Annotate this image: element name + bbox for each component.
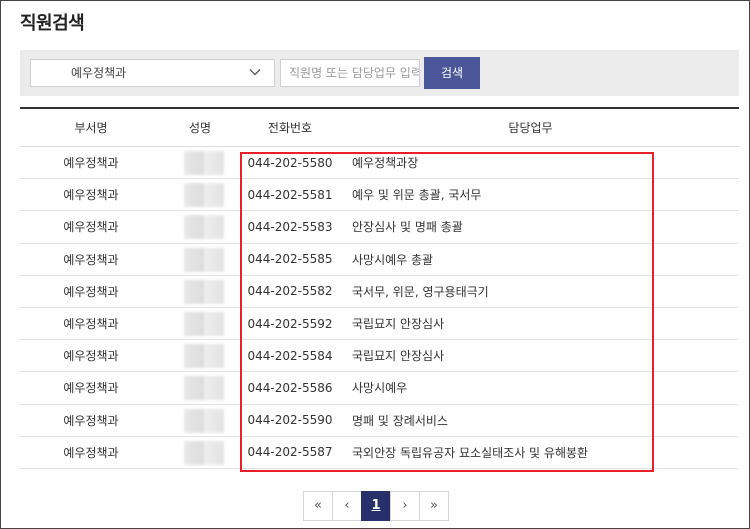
redacted-name-blur (184, 408, 224, 433)
redacted-name-blur (184, 440, 224, 465)
cell-duty: 명패 및 장례서비스 (352, 413, 448, 428)
cell-name-redacted (162, 211, 238, 242)
page-title: 직원검색 (20, 13, 85, 34)
table-body: 예우정책과 044-202-5580 예우정책과장 예우정책과 044-202-5581… (20, 147, 739, 469)
header-phone: 전화번호 (267, 121, 313, 135)
cell-department: 예우정책과 (63, 381, 119, 396)
cell-name-redacted (162, 276, 238, 307)
redacted-name-blur (184, 215, 224, 240)
cell-duty: 사망시예우 (352, 381, 408, 396)
cell-name-redacted (162, 308, 238, 339)
header-duty: 담당업무 (508, 121, 553, 135)
cell-name-redacted (162, 405, 238, 436)
last-page-button[interactable]: » (419, 491, 449, 521)
cell-department: 예우정책과 (63, 445, 119, 460)
cell-duty: 국립묘지 안장심사 (352, 317, 445, 332)
redacted-name-blur (184, 376, 224, 401)
cell-name-redacted (162, 147, 238, 178)
redacted-name-blur (184, 151, 224, 175)
pagination: « ‹ 1 › » (303, 491, 449, 521)
staff-table: 부서명 성명 전화번호 담당업무 예우정책과 044-202-5580 예우정책과장… (20, 107, 739, 469)
cell-name-redacted (162, 179, 238, 210)
cell-name-redacted (162, 372, 238, 403)
cell-phone: 044-202-5582 (247, 284, 333, 299)
cell-phone: 044-202-5580 (247, 155, 333, 170)
table-row: 예우정책과 044-202-5583 안장심사 및 명패 총괄 (20, 211, 739, 244)
cell-department: 예우정책과 (63, 317, 119, 332)
cell-department: 예우정책과 (63, 349, 119, 364)
cell-phone: 044-202-5583 (247, 219, 333, 234)
table-row: 예우정책과 044-202-5586 사망시예우 (20, 372, 739, 405)
table-row: 예우정책과 044-202-5582 국서무, 위문, 영구용태극기 (20, 276, 739, 308)
cell-phone: 044-202-5592 (247, 316, 333, 331)
cell-department: 예우정책과 (63, 284, 119, 299)
table-row: 예우정책과 044-202-5587 국외안장 독립유공자 묘소실태조사 및 유해봉… (20, 437, 739, 469)
cell-department: 예우정책과 (63, 252, 119, 267)
cell-name-redacted (162, 340, 238, 371)
cell-phone: 044-202-5585 (247, 252, 333, 267)
cell-duty: 사망시예우 총괄 (352, 252, 434, 267)
cell-duty: 예우 및 위문 총괄, 국서무 (352, 188, 482, 203)
cell-department: 예우정책과 (63, 188, 119, 203)
header-department: 부서명 (74, 121, 108, 135)
search-bar: 예우정책과 검색 (20, 50, 739, 96)
cell-phone: 044-202-5590 (247, 413, 333, 428)
table-row: 예우정책과 044-202-5584 국립묘지 안장심사 (20, 340, 739, 373)
table-row: 예우정책과 044-202-5581 예우 및 위문 총괄, 국서무 (20, 179, 739, 212)
cell-department: 예우정책과 (63, 156, 119, 171)
search-button[interactable]: 검색 (424, 57, 480, 89)
cell-duty: 안장심사 및 명패 총괄 (352, 220, 463, 235)
cell-duty: 국외안장 독립유공자 묘소실태조사 및 유해봉환 (352, 445, 589, 460)
cell-phone: 044-202-5584 (247, 348, 333, 363)
cell-department: 예우정책과 (63, 413, 119, 428)
next-page-button[interactable]: › (390, 491, 420, 521)
redacted-name-blur (184, 279, 224, 304)
table-row: 예우정책과 044-202-5592 국립묘지 안장심사 (20, 308, 739, 341)
cell-phone: 044-202-5581 (247, 187, 333, 202)
cell-phone: 044-202-5587 (247, 445, 333, 460)
cell-department: 예우정책과 (63, 220, 119, 235)
redacted-name-blur (184, 344, 224, 369)
prev-page-button[interactable]: ‹ (332, 491, 362, 521)
redacted-name-blur (184, 183, 224, 208)
table-row: 예우정책과 044-202-5590 명패 및 장례서비스 (20, 405, 739, 437)
cell-duty: 국립묘지 안장심사 (352, 349, 445, 364)
cell-duty: 예우정책과장 (352, 156, 419, 171)
redacted-name-blur (184, 311, 224, 336)
first-page-button[interactable]: « (303, 491, 333, 521)
table-row: 예우정책과 044-202-5585 사망시예우 총괄 (20, 244, 739, 276)
department-select-value: 예우정책과 (71, 66, 127, 80)
cell-name-redacted (162, 437, 238, 468)
cell-duty: 국서무, 위문, 영구용태극기 (352, 284, 489, 299)
page-1-button[interactable]: 1 (361, 491, 391, 521)
search-input[interactable] (280, 59, 420, 87)
header-name: 성명 (188, 121, 212, 135)
redacted-name-blur (184, 247, 224, 272)
department-select[interactable]: 예우정책과 (30, 59, 275, 87)
cell-name-redacted (162, 244, 238, 275)
cell-phone: 044-202-5586 (247, 380, 333, 395)
table-header: 부서명 성명 전화번호 담당업무 (20, 109, 739, 147)
chevron-down-icon (249, 69, 261, 76)
table-row: 예우정책과 044-202-5580 예우정책과장 (20, 147, 739, 180)
